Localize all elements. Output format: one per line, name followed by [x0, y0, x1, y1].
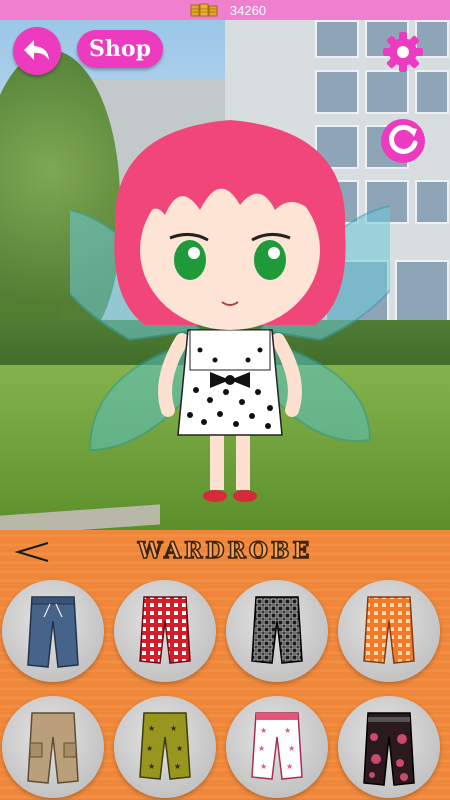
- svg-text:★: ★: [286, 762, 293, 771]
- svg-text:★: ★: [146, 744, 153, 753]
- back-button[interactable]: [13, 27, 61, 75]
- black-grid-shorts-icon: [251, 596, 303, 664]
- coin-count: 34260: [229, 2, 267, 18]
- svg-text:★: ★: [258, 744, 265, 753]
- status-bar: 34260: [0, 0, 450, 20]
- wardrobe-item-pink-star-shorts[interactable]: ★ ★ ★ ★ ★ ★: [226, 696, 328, 798]
- wardrobe-item-red-plaid-shorts[interactable]: [114, 580, 216, 682]
- wardrobe-item-orange-plaid-shorts[interactable]: [338, 580, 440, 682]
- khaki-cargo-pants-icon: [27, 712, 79, 784]
- coin-stack-icon: [190, 3, 218, 17]
- svg-text:★: ★: [148, 724, 155, 733]
- coin-balance: 34260: [190, 3, 266, 18]
- pink-star-shorts-icon: ★ ★ ★ ★ ★ ★: [251, 712, 303, 780]
- left-shoe: [203, 490, 227, 502]
- orange-plaid-shorts-icon: [363, 596, 415, 664]
- red-plaid-shorts-icon: [139, 596, 191, 664]
- svg-text:★: ★: [288, 744, 295, 753]
- svg-text:★: ★: [260, 762, 267, 771]
- svg-text:★: ★: [260, 726, 267, 735]
- character-head: [114, 120, 346, 330]
- wardrobe-item-denim-capri-pants[interactable]: [2, 580, 104, 682]
- wardrobe-item-olive-star-shorts[interactable]: ★ ★ ★ ★ ★ ★: [114, 696, 216, 798]
- svg-text:★: ★: [148, 762, 155, 771]
- gear-icon[interactable]: [381, 30, 425, 74]
- wardrobe-title: WARDROBE: [137, 537, 313, 565]
- shop-button[interactable]: Shop: [77, 30, 163, 68]
- camo-pants-icon: [363, 712, 415, 786]
- svg-text:★: ★: [170, 724, 177, 733]
- svg-text:★: ★: [174, 762, 181, 771]
- wardrobe-item-black-grid-shorts[interactable]: [226, 580, 328, 682]
- olive-star-shorts-icon: ★ ★ ★ ★ ★ ★: [139, 712, 191, 780]
- back-arrow-icon: [24, 40, 49, 60]
- right-shoe: [233, 490, 257, 502]
- svg-text:★: ★: [284, 726, 291, 735]
- svg-text:★: ★: [176, 744, 183, 753]
- wardrobe-item-black-pink-camo-pants[interactable]: [338, 696, 440, 798]
- refresh-icon[interactable]: [380, 118, 426, 164]
- polka-dot-dress: [177, 329, 283, 436]
- wardrobe-item-khaki-cargo-pants[interactable]: [2, 696, 104, 798]
- chibi-character[interactable]: [70, 110, 390, 510]
- denim-pants-icon: [27, 596, 79, 668]
